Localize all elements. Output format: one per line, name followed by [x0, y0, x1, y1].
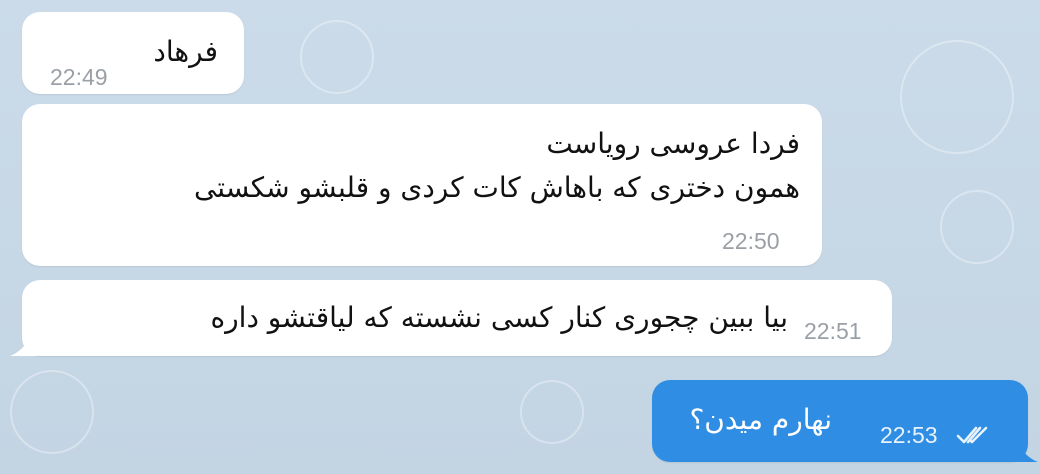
wallpaper-doodle — [900, 40, 1014, 154]
message-text: بیا ببین چجوری کنار کسی نشسته که لیاقتشو… — [210, 301, 788, 334]
message-time: 22:53 — [880, 422, 938, 448]
double-check-icon — [956, 426, 988, 444]
message-text: نهارم میدن؟ — [689, 403, 832, 436]
message-bubble-incoming[interactable]: فرهاد 22:49 — [22, 12, 244, 94]
message-text: فرهاد — [153, 35, 218, 68]
bubble-tail — [1010, 438, 1038, 462]
message-time: 22:50 — [722, 228, 780, 254]
message-bubble-incoming[interactable]: بیا ببین چجوری کنار کسی نشسته که لیاقتشو… — [10, 280, 892, 356]
wallpaper-doodle — [940, 190, 1014, 264]
message-time: 22:49 — [50, 64, 108, 90]
message-time: 22:51 — [804, 318, 862, 344]
message-text: فردا عروسی رویاست همون دختری که باهاش کا… — [193, 127, 800, 204]
wallpaper-doodle — [10, 370, 94, 454]
chat-area: فرهاد 22:49 فردا عروسی رویاست همون دختری… — [0, 0, 1040, 474]
bubble-tail — [10, 332, 38, 356]
message-bubble-outgoing[interactable]: نهارم میدن؟ 22:53 — [652, 380, 1038, 462]
wallpaper-doodle — [520, 380, 584, 444]
wallpaper-doodle — [300, 20, 374, 94]
message-bubble-incoming[interactable]: فردا عروسی رویاست همون دختری که باهاش کا… — [22, 104, 822, 266]
